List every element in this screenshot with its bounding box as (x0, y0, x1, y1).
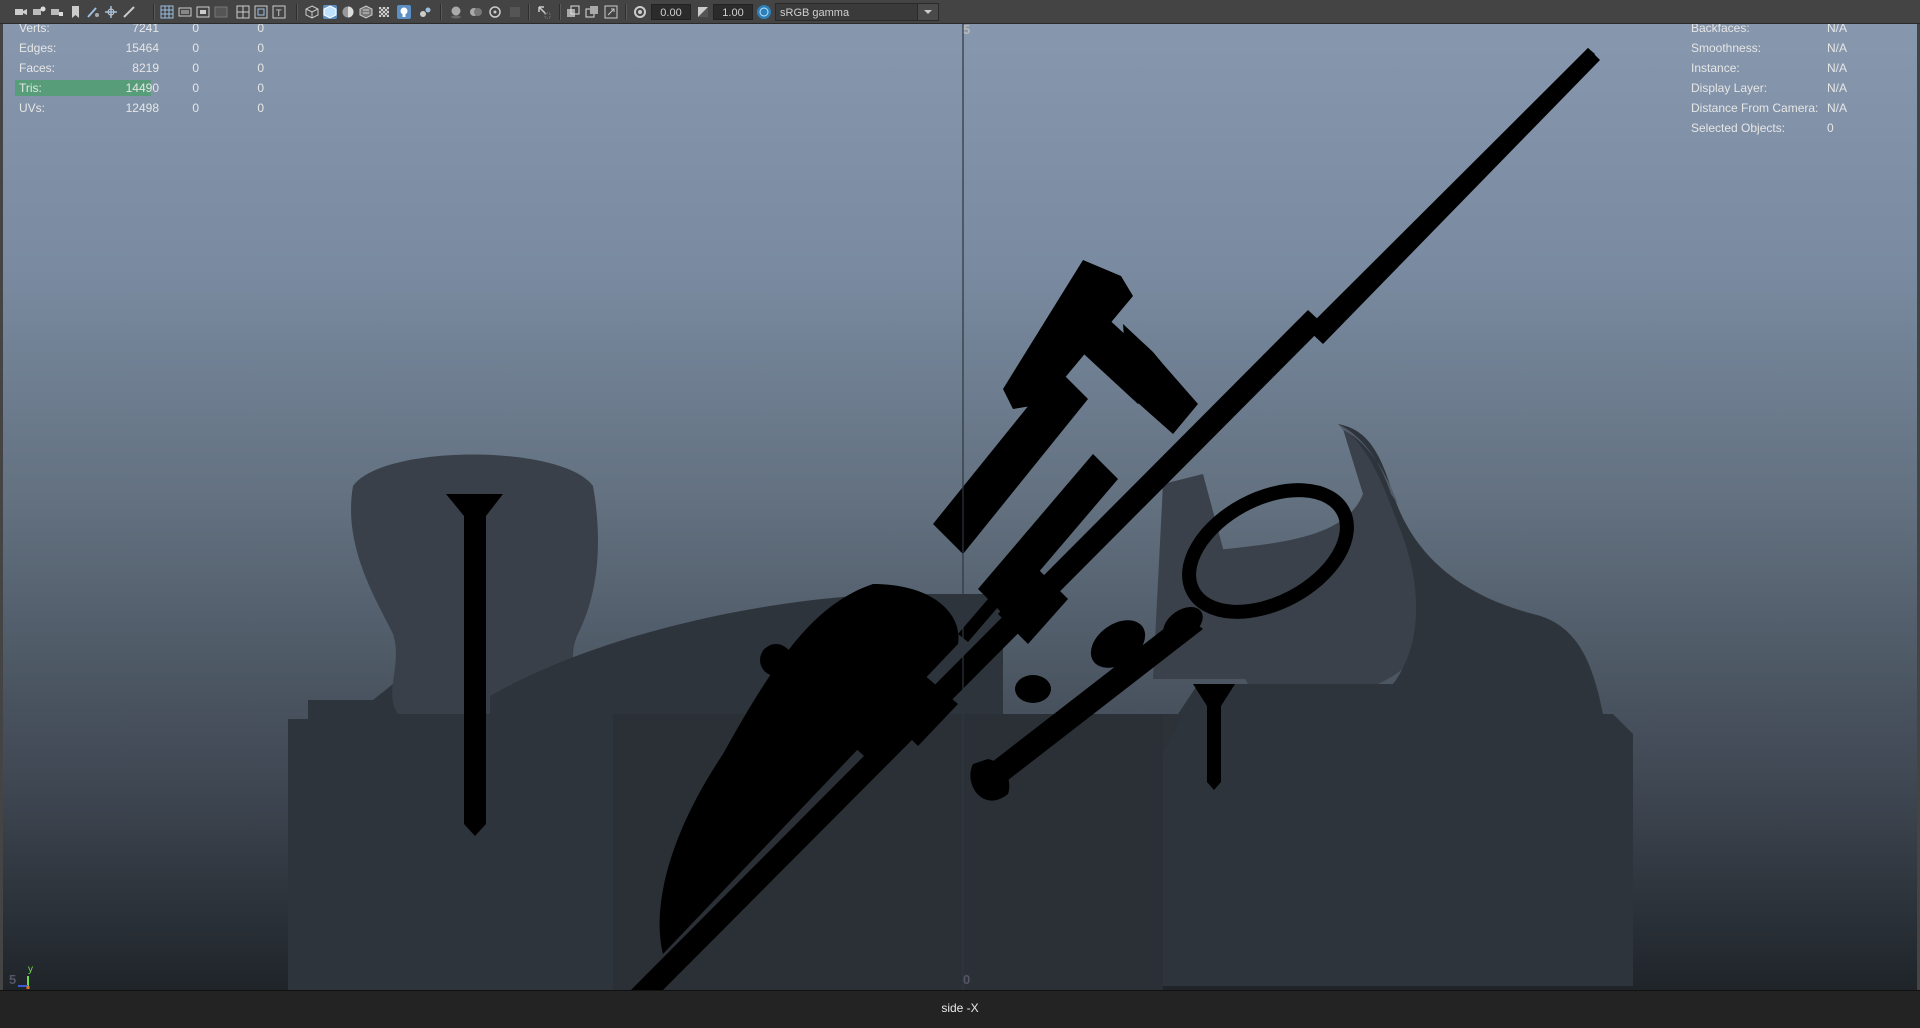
safe-title-icon[interactable]: T (272, 5, 286, 19)
svg-text:T: T (275, 9, 282, 19)
hud-row-display-layer: Display Layer: N/A (1691, 78, 1891, 98)
hud-row-faces: Faces: 8219 0 0 (19, 58, 279, 78)
isolate-select-icon[interactable] (508, 5, 522, 19)
hud-value: N/A (1827, 61, 1848, 75)
screen-space-ao-icon[interactable] (418, 5, 432, 19)
hud-value: 0 (257, 81, 264, 95)
resolution-gate-icon[interactable] (196, 5, 210, 19)
hud-value: 0 (257, 101, 264, 115)
gamma-icon[interactable] (696, 5, 710, 19)
camera-lock-icon[interactable] (50, 5, 64, 19)
safe-action-icon[interactable] (254, 5, 268, 19)
anti-aliasing-icon[interactable] (469, 5, 483, 19)
hud-value: N/A (1827, 24, 1848, 35)
hud-value: 0 (257, 24, 264, 35)
xray-joints-icon[interactable] (566, 5, 580, 19)
scene-silhouettes (288, 24, 1633, 990)
bookmark-icon[interactable] (68, 5, 82, 19)
y-axis-label: y (28, 964, 33, 975)
hud-label: Selected Objects: (1691, 121, 1786, 135)
side-viewport[interactable]: 5 0 5 Verts: 7241 0 0 Edges: 15464 0 0 F… (3, 24, 1917, 990)
hud-value: 0 (192, 24, 199, 35)
hud-value: 8219 (132, 61, 159, 75)
grease-pencil-icon[interactable] (122, 5, 136, 19)
textured-icon[interactable] (359, 5, 373, 19)
hud-row-smoothness: Smoothness: N/A (1691, 38, 1891, 58)
film-gate-icon[interactable] (178, 5, 192, 19)
default-material-icon[interactable] (341, 5, 355, 19)
use-all-lights-icon[interactable] (377, 5, 391, 19)
xray-icon[interactable] (537, 5, 551, 19)
hud-label: Display Layer: (1691, 81, 1768, 95)
hud-label: Tris: (19, 81, 42, 95)
color-space-dropdown[interactable]: sRGB gamma (775, 3, 939, 21)
hud-row-instance: Instance: N/A (1691, 58, 1891, 78)
camera-attributes-icon[interactable] (32, 5, 46, 19)
depth-of-field-icon[interactable] (488, 5, 502, 19)
toolbar-separator (625, 4, 627, 20)
camera-name-label: side -X (941, 1001, 979, 1015)
grid-icon[interactable] (160, 5, 174, 19)
color-space-value: sRGB gamma (780, 7, 850, 19)
hud-label: Faces: (19, 61, 56, 75)
hud-row-selected-objects: Selected Objects: 0 (1691, 118, 1891, 138)
hud-row-distance-from-camera: Distance From Camera: N/A (1691, 98, 1891, 118)
smooth-shade-icon[interactable] (323, 5, 337, 19)
exposure-icon[interactable] (633, 5, 647, 19)
hud-label: Smoothness: (1691, 41, 1762, 55)
axis-gizmo: y (13, 964, 43, 990)
toolbar-separator (296, 4, 298, 20)
hud-value: 15464 (125, 41, 159, 55)
2d-pan-zoom-icon[interactable] (104, 5, 118, 19)
hud-label: Backfaces: (1691, 24, 1750, 35)
hud-row-backfaces: Backfaces: N/A (1691, 24, 1891, 38)
hud-value: 0 (1827, 121, 1834, 135)
hud-label: Verts: (19, 24, 50, 35)
hud-value: 0 (192, 81, 199, 95)
hud-label: UVs: (19, 101, 46, 115)
hud-row-tris: Tris: 14490 0 0 (15, 78, 279, 98)
hud-label: Distance From Camera: (1691, 101, 1819, 115)
exposure-field[interactable]: 0.00 (651, 4, 691, 20)
motion-blur-icon[interactable] (449, 5, 463, 19)
gate-mask-icon[interactable] (214, 5, 228, 19)
gamma-field[interactable]: 1.00 (713, 4, 753, 20)
hud-row-uvs: UVs: 12498 0 0 (19, 98, 279, 118)
camera-select-icon[interactable] (14, 5, 28, 19)
hud-value: N/A (1827, 81, 1848, 95)
hud-row-edges: Edges: 15464 0 0 (19, 38, 279, 58)
color-management-icon[interactable] (757, 5, 771, 19)
hud-value: 0 (257, 41, 264, 55)
hud-value: 14490 (125, 81, 159, 95)
hud-value: N/A (1827, 101, 1848, 115)
hud-value: 0 (192, 61, 199, 75)
hud-value: 0 (257, 61, 264, 75)
toolbar-separator (153, 4, 155, 20)
grid-label-bottom-center: 0 (963, 972, 971, 987)
hud-label: Edges: (19, 41, 57, 55)
field-chart-icon[interactable] (236, 5, 250, 19)
hud-value: 0 (192, 101, 199, 115)
viewport-bottom-bar: side -X (0, 990, 1920, 1028)
xray-components-icon[interactable] (585, 5, 599, 19)
hud-value: 12498 (125, 101, 159, 115)
grid-label-top: 5 (963, 24, 971, 37)
toolbar-separator (559, 4, 561, 20)
hud-value: 0 (192, 41, 199, 55)
toolbar-separator (440, 4, 442, 20)
hud-value: N/A (1827, 41, 1848, 55)
viewport-toolbar: T 0.00 1.00 sRGB gamma (0, 0, 1920, 24)
shadows-icon[interactable] (397, 5, 411, 19)
toolbar-separator (528, 4, 530, 20)
chevron-down-icon (917, 4, 938, 20)
object-info-hud: Backfaces: N/A Smoothness: N/A Instance:… (1691, 24, 1891, 138)
image-plane-icon[interactable] (86, 5, 100, 19)
poly-count-hud: Verts: 7241 0 0 Edges: 15464 0 0 Faces: … (15, 24, 279, 118)
hud-value: 7241 (132, 24, 159, 35)
hud-label: Instance: (1691, 61, 1740, 75)
hud-row-verts: Verts: 7241 0 0 (19, 24, 279, 38)
wireframe-icon[interactable] (305, 5, 319, 19)
frame-icon[interactable] (604, 5, 618, 19)
